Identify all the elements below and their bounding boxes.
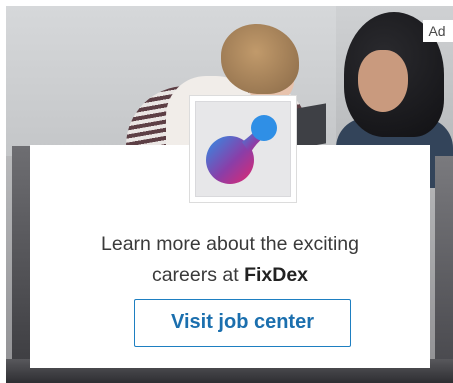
headline-line-2-text: careers at bbox=[151, 264, 245, 286]
visit-job-center-button[interactable]: Visit job center bbox=[134, 299, 351, 347]
brand-logo-tile[interactable] bbox=[190, 96, 296, 202]
brand-logo-frame bbox=[195, 101, 291, 197]
headline-line-1: Learn more about the exciting bbox=[101, 233, 359, 255]
headline-line-2: careers at FixDex bbox=[30, 260, 430, 291]
ad-unit[interactable]: Ad Learn more about the exciting careers… bbox=[0, 0, 453, 383]
fixdex-logo-icon bbox=[206, 115, 277, 184]
ad-headline: Learn more about the exciting careers at… bbox=[30, 229, 430, 291]
ad-badge: Ad bbox=[423, 20, 453, 42]
brand-name: FixDex bbox=[244, 264, 309, 286]
person-right-face bbox=[358, 50, 408, 112]
laptop bbox=[296, 103, 326, 149]
hero-right-shadow bbox=[435, 156, 453, 383]
